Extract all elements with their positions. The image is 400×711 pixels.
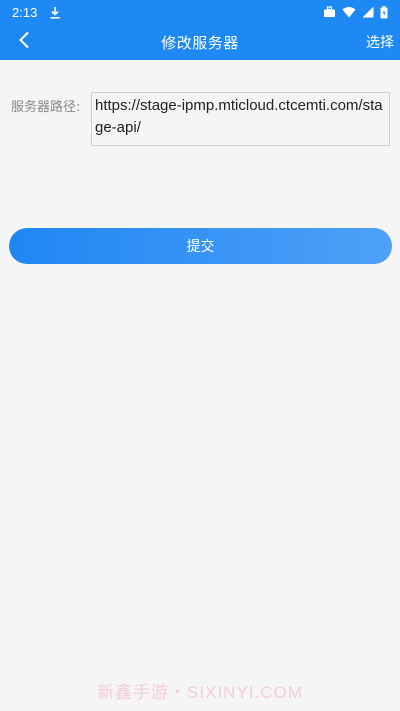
briefcase-icon: [323, 6, 336, 18]
page-title: 修改服务器: [161, 33, 239, 52]
app-header: 修改服务器 选择: [0, 24, 400, 60]
select-button[interactable]: 选择: [366, 24, 394, 60]
status-right: [323, 5, 388, 19]
wifi-icon: [342, 6, 356, 18]
submit-button[interactable]: 提交: [9, 228, 392, 264]
signal-icon: [362, 6, 374, 18]
status-bar: 2:13: [0, 0, 400, 24]
battery-icon: [380, 5, 388, 19]
server-url-row: 服务器路径: https://stage-ipmp.mticloud.ctcem…: [11, 92, 391, 148]
watermark: 新鑫手游・SIXINYI.COM: [97, 683, 303, 702]
chevron-left-icon: [18, 31, 30, 53]
download-icon: [49, 6, 61, 19]
screen: 2:13 修改服务器 选择 服务器路径: https://stage-ipmp.…: [0, 0, 400, 711]
back-button[interactable]: [8, 26, 40, 58]
status-time: 2:13: [12, 4, 38, 20]
server-url-label: 服务器路径:: [11, 100, 81, 115]
server-url-field[interactable]: https://stage-ipmp.mticloud.ctcemti.com/…: [91, 92, 390, 146]
status-left: 2:13: [12, 5, 61, 20]
